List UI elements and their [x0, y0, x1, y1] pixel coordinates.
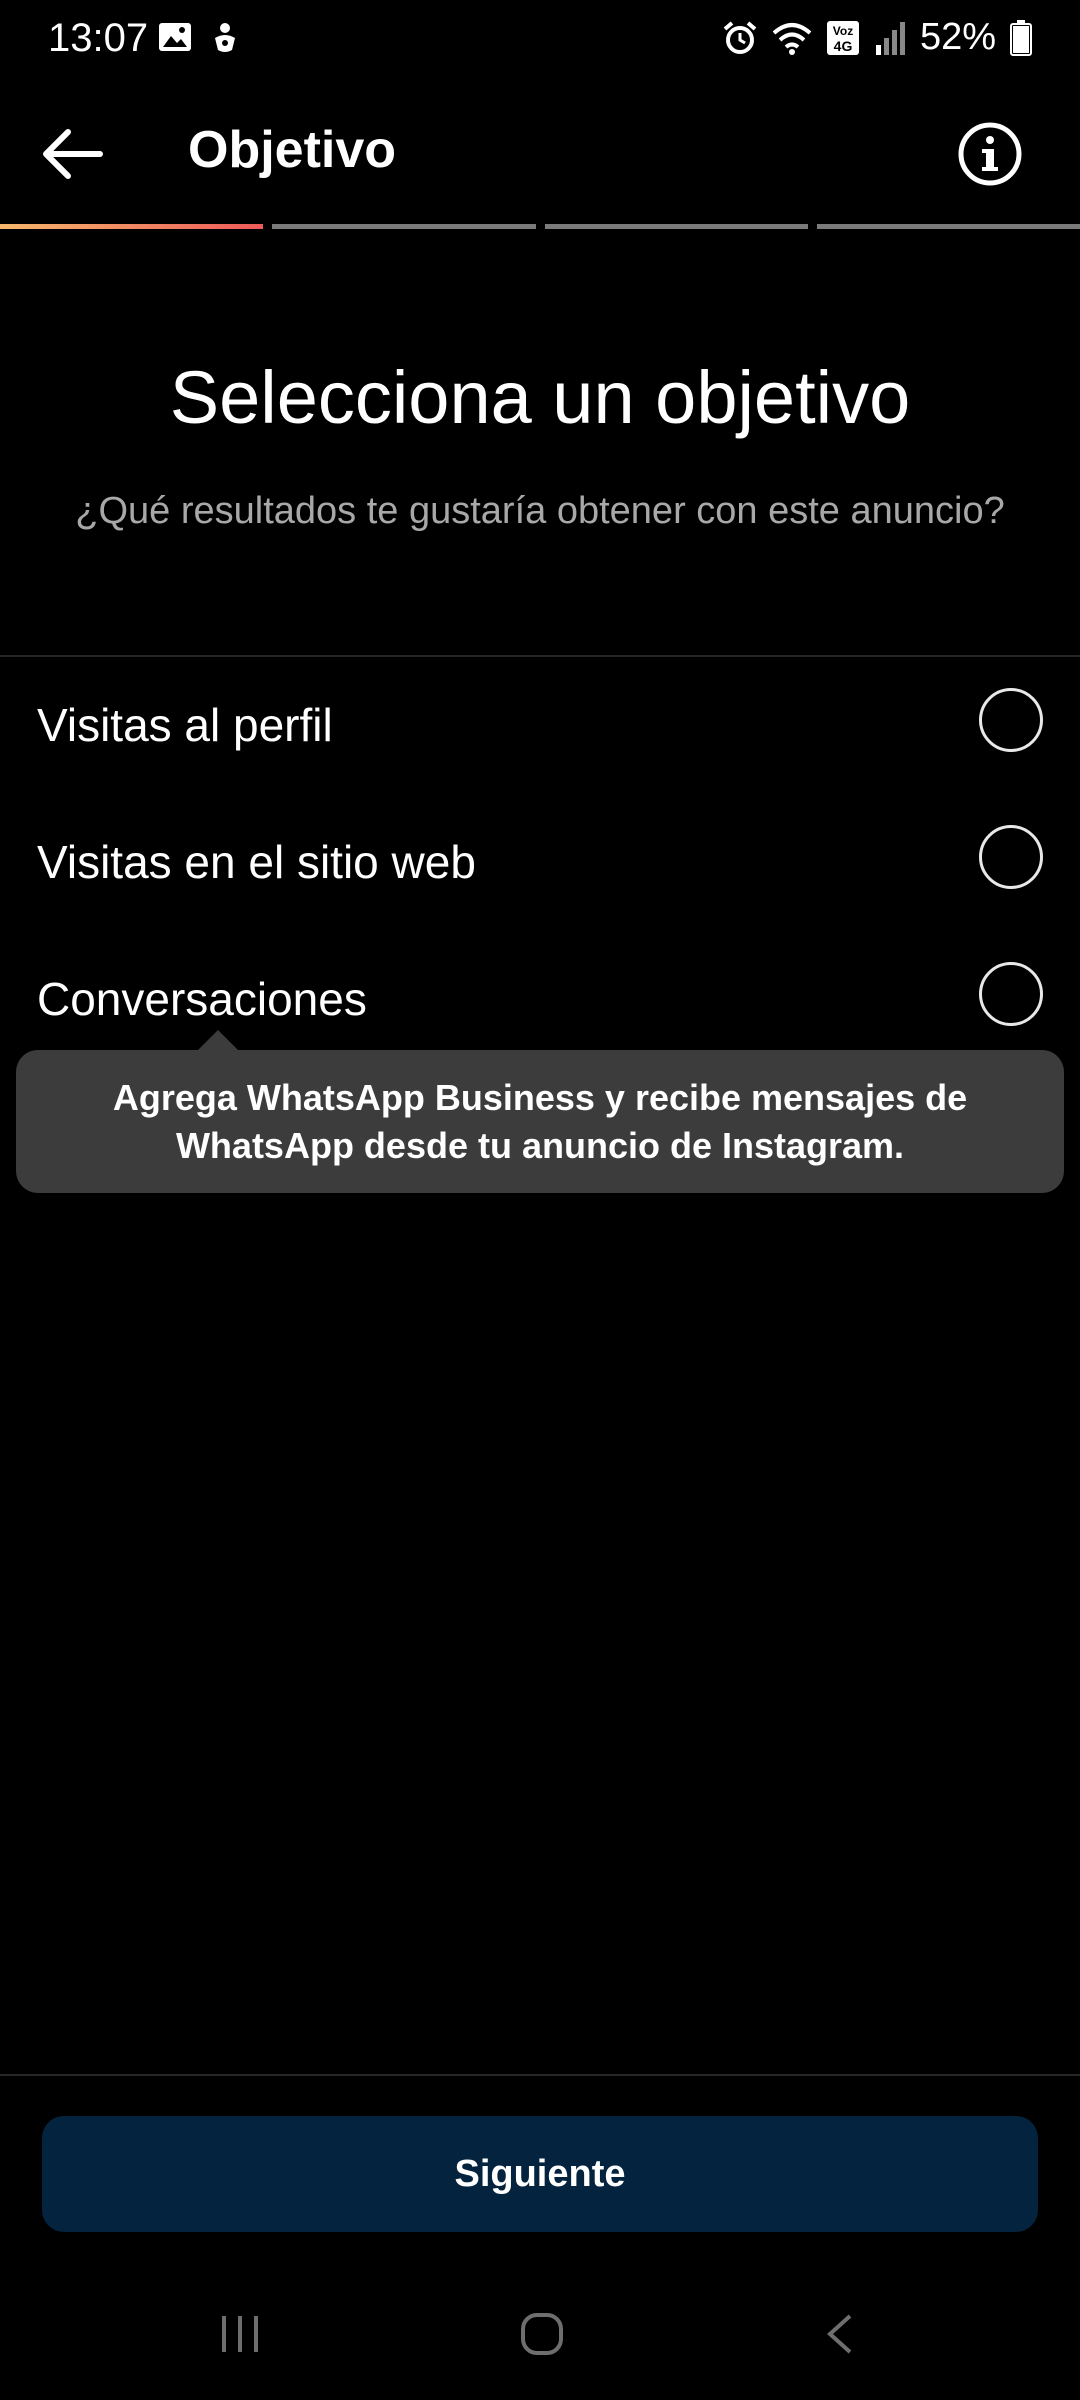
battery-percent: 52% — [919, 16, 996, 58]
system-nav-bar — [0, 2290, 1080, 2380]
next-button[interactable]: Siguiente — [42, 2116, 1038, 2232]
radio-button[interactable] — [979, 962, 1043, 1026]
signal-icon — [875, 21, 905, 55]
recent-apps-icon[interactable] — [220, 2314, 260, 2354]
progress-indicator — [0, 224, 1080, 230]
gallery-icon — [159, 23, 191, 51]
whatsapp-tooltip: Agrega WhatsApp Business y recibe mensaj… — [16, 1030, 1064, 1193]
footer-divider — [0, 2074, 1080, 2076]
tooltip-text: Agrega WhatsApp Business y recibe mensaj… — [112, 1076, 968, 1166]
battery-icon — [1010, 19, 1032, 56]
section-subheading: ¿Qué resultados te gustaría obtener con … — [75, 490, 1005, 532]
arrow-left-icon — [43, 129, 103, 179]
progress-step-2 — [272, 224, 536, 229]
progress-step-4 — [816, 224, 1080, 229]
option-label: Conversaciones — [37, 973, 367, 1025]
radio-button[interactable] — [979, 688, 1043, 752]
info-button[interactable] — [956, 120, 1024, 188]
next-button-label: Siguiente — [454, 2152, 626, 2195]
objective-option-conversations[interactable]: Conversaciones — [0, 930, 1080, 1066]
progress-step-1 — [0, 224, 264, 229]
info-icon — [958, 122, 1022, 186]
objective-option-website-visits[interactable]: Visitas en el sitio web — [0, 793, 1080, 929]
alarm-icon — [723, 20, 757, 54]
status-bar: 13:07 Voz 4G 52% — [0, 0, 1080, 80]
progress-step-3 — [544, 224, 808, 229]
volte-4g-icon: Voz 4G — [826, 20, 859, 55]
section-heading: Selecciona un objetivo — [169, 356, 911, 439]
option-label: Visitas en el sitio web — [37, 836, 476, 888]
app-header: Objetivo — [0, 80, 1080, 225]
radio-button[interactable] — [979, 825, 1043, 889]
option-label: Visitas al perfil — [37, 699, 333, 751]
notification-app-icon — [215, 23, 235, 52]
wifi-icon — [772, 22, 812, 55]
svg-text:Voz: Voz — [833, 24, 853, 38]
screen: 13:07 Voz 4G 52% Objetivo Selecciona un … — [0, 0, 1080, 2400]
back-button[interactable] — [36, 118, 108, 190]
objective-option-profile-visits[interactable]: Visitas al perfil — [0, 656, 1080, 792]
status-left-icons — [158, 20, 240, 54]
home-icon[interactable] — [520, 2312, 564, 2356]
status-time: 13:07 — [48, 16, 149, 60]
status-right-icons: Voz 4G 52% — [722, 16, 1032, 59]
page-title: Objetivo — [188, 121, 397, 179]
svg-text:4G: 4G — [834, 38, 853, 54]
tooltip-arrow — [196, 1030, 240, 1052]
system-back-icon[interactable] — [826, 2314, 854, 2354]
